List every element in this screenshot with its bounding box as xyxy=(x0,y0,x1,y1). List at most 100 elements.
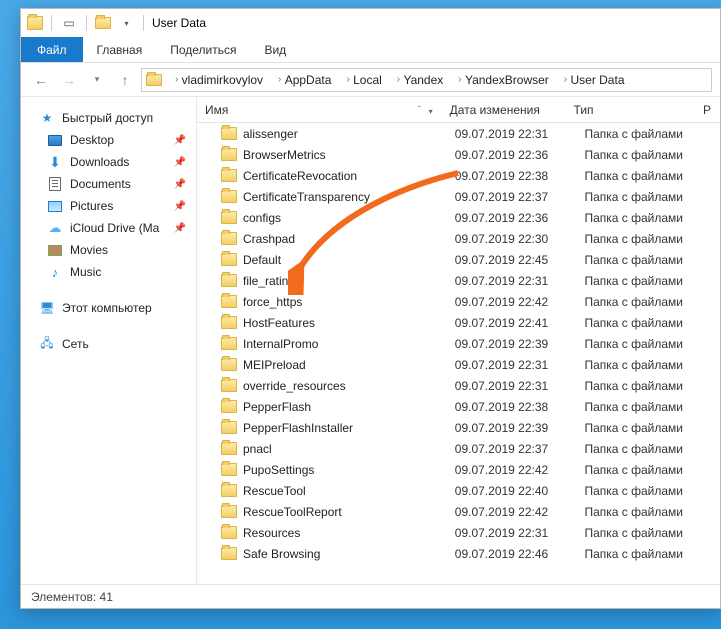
folder-icon xyxy=(221,253,237,266)
file-date: 09.07.2019 22:31 xyxy=(455,379,585,393)
nav-recent-dropdown[interactable]: ▾ xyxy=(85,68,109,92)
sidebar-item[interactable]: ⬇Downloads📌 xyxy=(21,151,196,173)
file-type: Папка с файлами xyxy=(584,127,720,141)
sidebar-item-label: Desktop xyxy=(70,133,114,147)
file-type: Папка с файлами xyxy=(584,232,720,246)
breadcrumb-segment[interactable]: › vladimirkovylov xyxy=(164,69,267,91)
column-label: Тип xyxy=(574,103,594,117)
file-name: configs xyxy=(243,211,281,225)
file-type: Папка с файлами xyxy=(584,442,720,456)
folder-row[interactable]: PupoSettings09.07.2019 22:42Папка с файл… xyxy=(197,459,720,480)
folder-icon xyxy=(221,316,237,329)
film-icon xyxy=(47,242,63,258)
folder-row[interactable]: PepperFlashInstaller09.07.2019 22:39Папк… xyxy=(197,417,720,438)
qat-divider xyxy=(143,15,144,31)
sidebar-item-label: Documents xyxy=(70,177,131,191)
file-name: MEIPreload xyxy=(243,358,306,372)
breadcrumb-segment[interactable]: › AppData xyxy=(267,69,335,91)
sidebar-this-pc[interactable]: 🖥 Этот компьютер xyxy=(21,297,196,319)
sidebar-label: Быстрый доступ xyxy=(62,111,153,125)
folder-icon xyxy=(221,442,237,455)
qat-open-icon[interactable] xyxy=(95,17,111,29)
cloud-icon: ☁ xyxy=(47,220,63,236)
folder-icon xyxy=(221,358,237,371)
crumb-sep-icon: › xyxy=(458,74,461,85)
sidebar-item[interactable]: Pictures📌 xyxy=(21,195,196,217)
file-name: HostFeatures xyxy=(243,316,315,330)
folder-icon xyxy=(221,337,237,350)
folder-row[interactable]: alissenger09.07.2019 22:31Папка с файлам… xyxy=(197,123,720,144)
window-folder-icon xyxy=(27,16,43,30)
column-header-type[interactable]: Тип xyxy=(566,97,695,122)
menu-tab[interactable]: Вид xyxy=(250,37,300,62)
file-date: 09.07.2019 22:36 xyxy=(455,148,585,162)
crumb-sep-icon: › xyxy=(397,74,400,85)
file-type: Папка с файлами xyxy=(584,169,720,183)
file-date: 09.07.2019 22:37 xyxy=(455,190,585,204)
folder-row[interactable]: override_resources09.07.2019 22:31Папка … xyxy=(197,375,720,396)
folder-row[interactable]: Resources09.07.2019 22:31Папка с файлами xyxy=(197,522,720,543)
file-name: CertificateTransparency xyxy=(243,190,370,204)
file-name: PupoSettings xyxy=(243,463,314,477)
file-type: Папка с файлами xyxy=(584,337,720,351)
column-header-date[interactable]: Дата изменения xyxy=(442,97,566,122)
sidebar-item[interactable]: Movies xyxy=(21,239,196,261)
file-type: Папка с файлами xyxy=(584,148,720,162)
folder-row[interactable]: RescueToolReport09.07.2019 22:42Папка с … xyxy=(197,501,720,522)
folder-row[interactable]: MEIPreload09.07.2019 22:31Папка с файлам… xyxy=(197,354,720,375)
sidebar-item[interactable]: ♪Music xyxy=(21,261,196,283)
sidebar-item[interactable]: Desktop📌 xyxy=(21,129,196,151)
sidebar-item-label: Movies xyxy=(70,243,108,257)
sidebar-network[interactable]: 🖧 Сеть xyxy=(21,333,196,355)
file-name: RescueTool xyxy=(243,484,306,498)
folder-row[interactable]: InternalPromo09.07.2019 22:39Папка с фай… xyxy=(197,333,720,354)
breadcrumb-segment[interactable]: › YandexBrowser xyxy=(447,69,553,91)
column-header-name[interactable]: Имя ˆ xyxy=(197,97,442,122)
menu-tab[interactable]: Главная xyxy=(83,37,157,62)
crumb-sep-icon: › xyxy=(564,74,567,85)
sidebar-quick-access[interactable]: ★ Быстрый доступ xyxy=(21,107,196,129)
folder-row[interactable]: configs09.07.2019 22:36Папка с файлами xyxy=(197,207,720,228)
file-name: Crashpad xyxy=(243,232,295,246)
file-date: 09.07.2019 22:31 xyxy=(455,358,585,372)
file-date: 09.07.2019 22:31 xyxy=(455,526,585,540)
file-date: 09.07.2019 22:46 xyxy=(455,547,585,561)
folder-row[interactable]: RescueTool09.07.2019 22:40Папка с файлам… xyxy=(197,480,720,501)
file-list[interactable]: alissenger09.07.2019 22:31Папка с файлам… xyxy=(197,123,720,584)
file-date: 09.07.2019 22:41 xyxy=(455,316,585,330)
folder-row[interactable]: Safe Browsing09.07.2019 22:46Папка с фай… xyxy=(197,543,720,564)
window-title: User Data xyxy=(152,16,206,30)
nav-up-button[interactable]: ↑ xyxy=(113,68,137,92)
breadcrumb-segment[interactable]: › Yandex xyxy=(386,69,448,91)
sidebar-item[interactable]: Documents📌 xyxy=(21,173,196,195)
sidebar-item[interactable]: ☁iCloud Drive (Ma📌 xyxy=(21,217,196,239)
column-dropdown-icon[interactable] xyxy=(421,103,433,117)
folder-row[interactable]: CertificateTransparency09.07.2019 22:37П… xyxy=(197,186,720,207)
file-date: 09.07.2019 22:42 xyxy=(455,295,585,309)
qat-properties-icon[interactable]: ▭ xyxy=(60,14,78,32)
folder-row[interactable]: Default09.07.2019 22:45Папка с файлами xyxy=(197,249,720,270)
file-name: PepperFlash xyxy=(243,400,311,414)
star-icon: ★ xyxy=(39,110,55,126)
nav-back-button[interactable]: ← xyxy=(29,68,53,92)
navigation-pane: ★ Быстрый доступ Desktop📌⬇Downloads📌Docu… xyxy=(21,97,197,584)
folder-row[interactable]: file_rating09.07.2019 22:31Папка с файла… xyxy=(197,270,720,291)
folder-row[interactable]: pnacl09.07.2019 22:37Папка с файлами xyxy=(197,438,720,459)
folder-row[interactable]: force_https09.07.2019 22:42Папка с файла… xyxy=(197,291,720,312)
nav-forward-button[interactable]: → xyxy=(57,68,81,92)
qat-dropdown-icon[interactable] xyxy=(117,14,135,32)
menu-file[interactable]: Файл xyxy=(21,37,83,62)
file-date: 09.07.2019 22:38 xyxy=(455,400,585,414)
address-bar[interactable]: › vladimirkovylov› AppData› Local› Yande… xyxy=(141,68,712,92)
folder-row[interactable]: PepperFlash09.07.2019 22:38Папка с файла… xyxy=(197,396,720,417)
folder-row[interactable]: CertificateRevocation09.07.2019 22:38Пап… xyxy=(197,165,720,186)
breadcrumb-segment[interactable]: › Local xyxy=(335,69,385,91)
menu-tab[interactable]: Поделиться xyxy=(156,37,250,62)
folder-row[interactable]: Crashpad09.07.2019 22:30Папка с файлами xyxy=(197,228,720,249)
breadcrumb-segment[interactable]: › User Data xyxy=(553,69,629,91)
folder-icon xyxy=(221,400,237,413)
folder-row[interactable]: HostFeatures09.07.2019 22:41Папка с файл… xyxy=(197,312,720,333)
folder-icon xyxy=(221,148,237,161)
column-header-size[interactable]: Р xyxy=(695,97,720,122)
folder-row[interactable]: BrowserMetrics09.07.2019 22:36Папка с фа… xyxy=(197,144,720,165)
